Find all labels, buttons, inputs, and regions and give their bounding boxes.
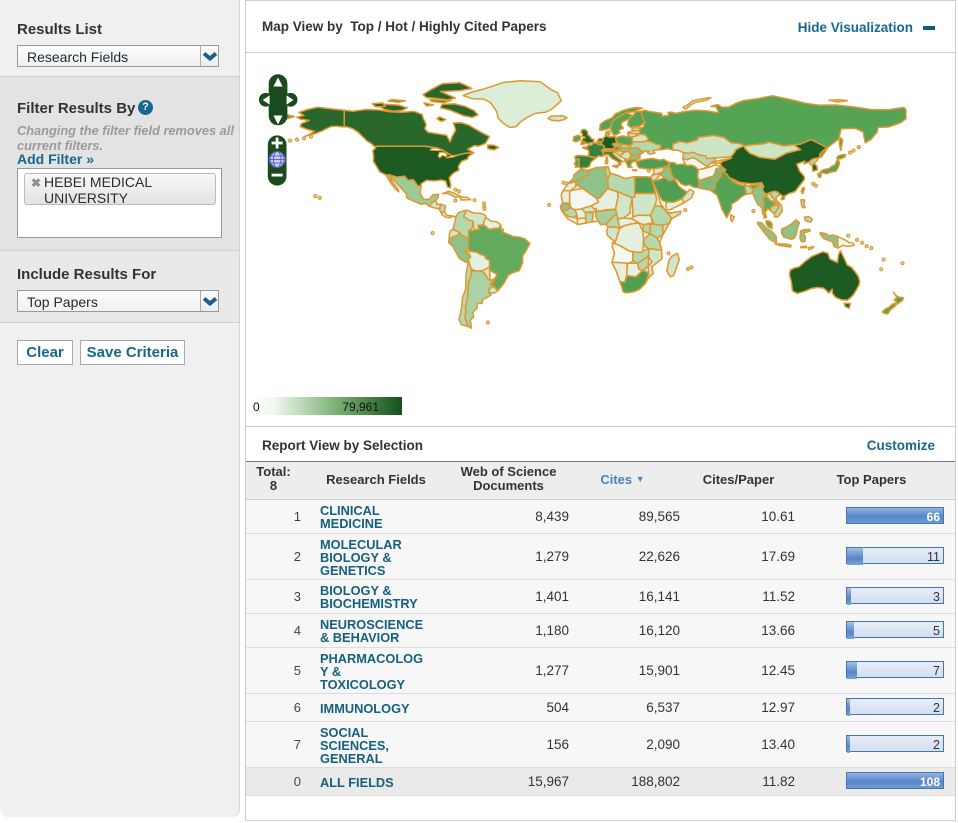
svg-text:0: 0 bbox=[253, 400, 260, 414]
svg-text:79,961: 79,961 bbox=[342, 400, 379, 414]
